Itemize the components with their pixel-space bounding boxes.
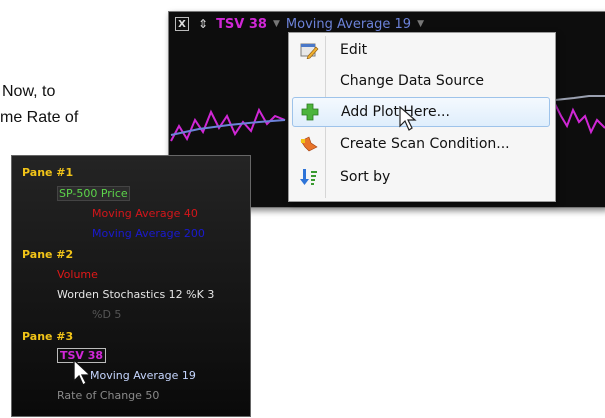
mouse-cursor-icon	[399, 106, 417, 131]
menu-item-create-scan[interactable]: Create Scan Condition...	[292, 129, 550, 159]
ma-line-right	[554, 95, 605, 101]
menu-item-add-plot[interactable]: Add Plot Here...	[292, 97, 550, 127]
plot-moving-average-40[interactable]: Moving Average 40	[92, 207, 198, 220]
mouse-cursor-icon	[73, 358, 92, 386]
menu-item-label: Edit	[340, 42, 368, 58]
doc-line-2: me Rate of	[0, 109, 79, 126]
chart-header: X ⇕ TSV 38 ▼ Moving Average 19 ▼	[175, 15, 430, 33]
close-pane-button[interactable]: X	[175, 17, 189, 31]
plot-moving-average-19[interactable]: Moving Average 19	[90, 369, 196, 382]
plot-worden-stochastics[interactable]: Worden Stochastics 12 %K 3	[57, 288, 214, 301]
menu-item-change-data-source[interactable]: Change Data Source	[292, 66, 550, 96]
sort-icon	[292, 168, 326, 186]
menu-item-edit[interactable]: Edit	[292, 35, 550, 65]
menu-item-sort-by[interactable]: Sort by	[292, 162, 550, 192]
pane-list-panel: Pane #1 SP-500 Price Moving Average 40 M…	[11, 155, 251, 417]
menu-item-label: Sort by	[340, 169, 391, 185]
plot-moving-average-200[interactable]: Moving Average 200	[92, 227, 205, 240]
document-text: Now, to me Rate of	[0, 79, 78, 131]
edit-icon	[292, 41, 326, 59]
menu-item-label: Create Scan Condition...	[340, 136, 510, 152]
chevron-down-icon[interactable]: ▼	[417, 19, 424, 29]
plot-name-tsv[interactable]: TSV 38	[216, 17, 267, 32]
doc-line-1: Now, to	[2, 83, 56, 100]
pane-header-2: Pane #2	[22, 248, 74, 261]
menu-item-label: Add Plot Here...	[341, 104, 450, 120]
ma-line-left	[170, 119, 286, 136]
plot-rate-of-change-50[interactable]: Rate of Change 50	[57, 389, 159, 402]
plot-percent-d[interactable]: %D 5	[92, 308, 121, 321]
chevron-down-icon[interactable]: ▼	[273, 19, 280, 29]
tsv-line-right	[554, 103, 605, 135]
pane-header-3: Pane #3	[22, 330, 74, 343]
plot-volume[interactable]: Volume	[57, 268, 98, 281]
menu-item-label: Change Data Source	[340, 73, 485, 89]
scan-icon	[292, 135, 326, 153]
plot-sp500-price[interactable]: SP-500 Price	[57, 186, 130, 201]
add-plot-icon	[293, 103, 327, 121]
pane-header-1: Pane #1	[22, 166, 74, 179]
indicator-name-ma[interactable]: Moving Average 19	[286, 17, 411, 32]
move-up-down-icon[interactable]: ⇕	[198, 17, 208, 31]
context-menu: Edit Change Data Source Add Plot Here...…	[288, 32, 556, 202]
